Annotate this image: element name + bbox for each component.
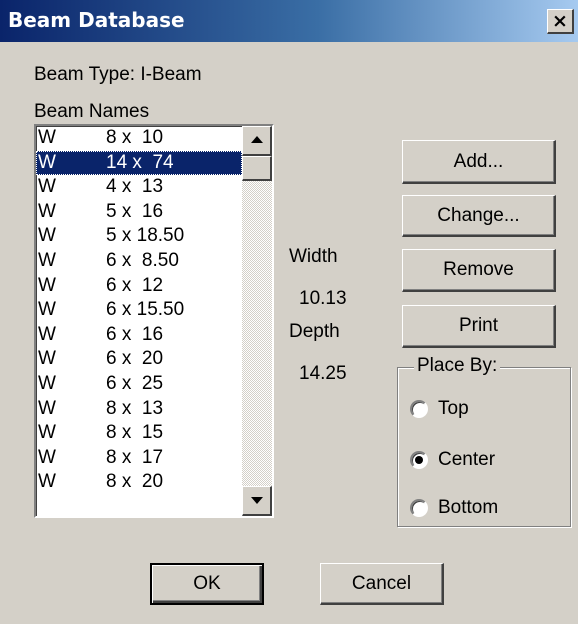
beam-type-cell: W — [38, 348, 56, 370]
beam-type-cell: W — [38, 323, 56, 345]
list-item[interactable]: W 5 x 16 — [36, 200, 242, 225]
change-button[interactable]: Change... — [402, 195, 556, 237]
list-item[interactable]: W 6 x 15.50 — [36, 298, 242, 323]
beam-dims-cell: 14 x 74 — [106, 151, 174, 173]
list-item[interactable]: W 4 x 13 — [36, 175, 242, 200]
list-item[interactable]: W 8 x 13 — [36, 397, 242, 422]
list-item[interactable]: W 14 x 74 — [36, 150, 242, 176]
list-item[interactable]: W 8 x 20 — [36, 470, 242, 495]
remove-button[interactable]: Remove — [402, 249, 556, 292]
beam-type-cell: W — [38, 299, 56, 321]
beam-type-label: Beam Type: I-Beam — [34, 64, 202, 85]
beam-names-listbox[interactable]: W8 x 10 W 14 x 74 W 4 x 13 W 5 x 16 W 5 x 18.50 W… — [34, 124, 274, 518]
beam-type-cell: W — [38, 422, 56, 444]
list-item[interactable]: W 6 x 25 — [36, 372, 242, 397]
list-item[interactable]: W 6 x 8.50 — [36, 249, 242, 274]
beam-type-cell: W — [38, 151, 56, 173]
add-button[interactable]: Add... — [402, 140, 556, 184]
cancel-button[interactable]: Cancel — [320, 563, 444, 605]
radio-bottom-label: Bottom — [438, 497, 499, 518]
width-value: 10.13 — [299, 288, 347, 309]
close-icon: × — [552, 9, 568, 32]
window-title: Beam Database — [8, 8, 185, 32]
list-item[interactable]: W 5 x 18.50 — [36, 224, 242, 249]
list-item[interactable]: W 6 x 16 — [36, 323, 242, 348]
list-item[interactable]: W 6 x 20 — [36, 347, 242, 372]
width-label: Width — [289, 246, 338, 267]
beam-type-cell: W — [38, 397, 56, 419]
beam-dims-cell: 6 x 16 — [106, 323, 164, 345]
beam-list-rows: W8 x 10 W 14 x 74 W 4 x 13 W 5 x 16 W 5 x 18.50 W… — [36, 126, 242, 495]
beam-type-cell: W — [38, 200, 56, 222]
radio-circle-icon — [410, 400, 428, 418]
beam-type-cell: W — [38, 446, 56, 468]
close-button[interactable]: × — [547, 9, 574, 34]
beam-dims-cell: 8 x 13 — [106, 397, 164, 419]
beam-type-cell: W — [38, 274, 56, 296]
beam-type-cell: W — [38, 176, 56, 198]
radio-center[interactable]: Center — [410, 449, 495, 471]
beam-names-label: Beam Names — [34, 101, 150, 122]
list-item[interactable]: W 8 x 17 — [36, 446, 242, 471]
arrow-up-icon — [251, 136, 263, 143]
radio-circle-icon — [410, 499, 428, 517]
beam-type-cell: W — [38, 471, 56, 493]
scroll-thumb[interactable] — [242, 156, 272, 181]
beam-type-cell: W — [38, 249, 56, 271]
list-item[interactable]: W 8 x 15 — [36, 421, 242, 446]
radio-center-label: Center — [438, 449, 496, 470]
radio-bottom[interactable]: Bottom — [410, 497, 498, 519]
print-button[interactable]: Print — [402, 305, 556, 348]
radio-top-label: Top — [438, 398, 469, 419]
beam-dims-cell: 8 x 10 — [106, 127, 164, 148]
radio-top[interactable]: Top — [410, 398, 469, 420]
beam-type-cell: W — [38, 127, 56, 148]
beam-dims-cell: 6 x 25 — [106, 372, 164, 394]
beam-dims-cell: 5 x 16 — [106, 200, 164, 222]
beam-dims-cell: 6 x 15.50 — [106, 299, 185, 321]
radio-dot-icon — [415, 456, 423, 464]
beam-dims-cell: 8 x 20 — [106, 471, 164, 493]
scroll-up-button[interactable] — [242, 126, 272, 156]
beam-dims-cell: 6 x 12 — [106, 274, 164, 296]
beam-dims-cell: 4 x 13 — [106, 176, 164, 198]
beam-dims-cell: 5 x 18.50 — [106, 225, 185, 247]
scroll-down-button[interactable] — [242, 486, 272, 516]
vertical-scrollbar[interactable] — [242, 126, 272, 516]
beam-type-cell: W — [38, 372, 56, 394]
depth-value: 14.25 — [299, 363, 347, 384]
beam-dims-cell: 6 x 8.50 — [106, 249, 179, 271]
beam-dims-cell: 8 x 17 — [106, 446, 164, 468]
depth-label: Depth — [289, 321, 340, 342]
beam-type-cell: W — [38, 225, 56, 247]
list-item[interactable]: W 8 x 10 — [36, 126, 242, 151]
ok-button[interactable]: OK — [150, 563, 264, 605]
beam-dims-cell: 6 x 20 — [106, 348, 164, 370]
place-by-label: Place By: — [414, 355, 501, 377]
radio-circle-icon — [410, 451, 428, 469]
list-item[interactable]: W 6 x 12 — [36, 274, 242, 299]
beam-dims-cell: 8 x 15 — [106, 422, 164, 444]
arrow-down-icon — [251, 497, 263, 504]
